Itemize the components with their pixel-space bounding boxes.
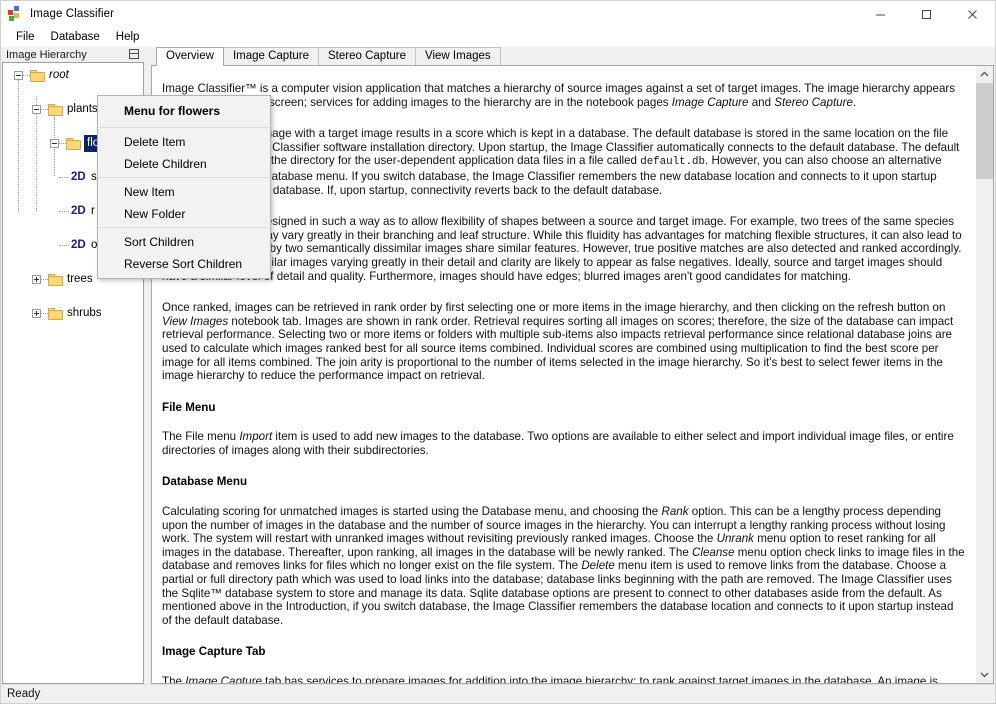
emphasis-rank: Rank: [661, 505, 689, 519]
tab-view-images[interactable]: View Images: [415, 47, 501, 65]
tree-node-shrubs[interactable]: shrubs: [3, 305, 143, 322]
heading-image-capture-tab: Image Capture Tab: [162, 645, 266, 659]
tree-node-label: trees: [67, 273, 93, 285]
paragraph-image-capture-tab: The Image Capture tab has services to pr…: [162, 675, 965, 683]
tree-node-label: s: [91, 171, 97, 183]
scroll-down-button[interactable]: [976, 666, 993, 683]
paragraph-ranking: Once ranked, images can be retrieved in …: [162, 301, 965, 383]
text-span: item is used to add new images to the da…: [162, 430, 954, 457]
menu-bar: File Database Help: [1, 28, 995, 47]
tab-stereo-capture[interactable]: Stereo Capture: [318, 47, 417, 65]
folder-icon: [30, 70, 45, 82]
text-span: .: [852, 95, 857, 109]
tab-overview[interactable]: Overview: [156, 47, 224, 66]
text-span: and: [748, 95, 775, 109]
image-2d-badge: 2D: [71, 171, 86, 183]
emphasis-image-capture: Image Capture: [671, 95, 749, 109]
paragraph-database: Matching a source image with a target im…: [162, 127, 965, 197]
title-bar: Image Classifier: [1, 1, 995, 28]
image-2d-badge: 2D: [71, 205, 86, 217]
paragraph-file-menu: The File menu Import item is used to add…: [162, 430, 965, 457]
tree-guide-line: [59, 211, 69, 212]
image-2d-badge: 2D: [71, 239, 86, 251]
maximize-button[interactable]: [903, 1, 949, 27]
close-button[interactable]: [949, 1, 995, 27]
text-span: The File menu: [162, 430, 240, 444]
scroll-up-button[interactable]: [976, 66, 993, 83]
folder-icon: [66, 138, 81, 150]
app-logo-icon: [8, 6, 24, 22]
restore-window-icon[interactable]: [129, 49, 139, 59]
notebook: Overview Image Capture Stereo Capture Vi…: [145, 47, 995, 684]
menu-help[interactable]: Help: [109, 30, 149, 45]
tree-guide-line: [23, 75, 30, 76]
menu-separator: [99, 177, 269, 178]
emphasis-view-images: View Images: [162, 314, 229, 328]
menu-separator: [99, 227, 269, 228]
text-span: The: [162, 675, 186, 683]
tab-page-overview: Image Classifier™ is a computer vision a…: [151, 65, 994, 684]
folder-icon: [48, 104, 63, 116]
context-menu-new-item[interactable]: New Item: [98, 181, 270, 203]
folder-icon: [48, 274, 63, 286]
dock-title-label: Image Hierarchy: [6, 48, 87, 61]
context-menu-delete-children[interactable]: Delete Children: [98, 153, 270, 175]
context-menu-reverse-sort-children[interactable]: Reverse Sort Children: [98, 253, 270, 275]
emphasis-unrank: Unrank: [716, 532, 754, 546]
scrollbar-track[interactable]: [976, 83, 993, 666]
expand-toggle-icon[interactable]: [32, 309, 41, 318]
emphasis-cleanse: Cleanse: [692, 545, 735, 559]
tab-strip: Overview Image Capture Stereo Capture Vi…: [151, 47, 995, 66]
collapse-toggle-icon[interactable]: [50, 139, 59, 148]
tree-guide-line: [41, 109, 48, 110]
menu-separator: [99, 127, 269, 128]
tree-guide-line: [59, 177, 69, 178]
tree-guide-line: [59, 245, 69, 246]
code-default-db: default.db: [640, 156, 706, 169]
context-menu-header: Menu for flowers: [124, 104, 221, 118]
tree-node-root[interactable]: root: [3, 67, 143, 84]
context-menu-new-folder[interactable]: New Folder: [98, 203, 270, 225]
tree-context-menu[interactable]: Menu for flowers Delete Item Delete Chil…: [97, 95, 271, 279]
heading-database-menu: Database Menu: [162, 475, 248, 489]
tree-guide-line: [59, 143, 66, 144]
paragraph-database-menu: Calculating scoring for unmatched images…: [162, 505, 965, 627]
emphasis-delete: Delete: [581, 559, 615, 573]
heading-file-menu: File Menu: [162, 400, 216, 414]
context-menu-delete-item[interactable]: Delete Item: [98, 131, 270, 153]
overview-document: Image Classifier™ is a computer vision a…: [152, 66, 975, 683]
collapse-toggle-icon[interactable]: [14, 71, 23, 80]
tree-node-label: root: [49, 69, 69, 81]
text-span: tab has services to prepare images for a…: [265, 675, 938, 683]
scrollbar-thumb[interactable]: [976, 83, 993, 179]
context-menu-sort-children[interactable]: Sort Children: [98, 231, 270, 253]
expand-toggle-icon[interactable]: [32, 275, 41, 284]
emphasis-image-capture: Image Capture: [185, 675, 262, 683]
paragraph-matching: Image matching is designed in such a way…: [162, 215, 962, 283]
status-text: Ready: [7, 688, 41, 700]
text-span: Once ranked, images can be retrieved in …: [162, 301, 946, 315]
dock-title-bar: Image Hierarchy: [1, 47, 145, 62]
paragraph-intro: Image Classifier™ is a computer vision a…: [162, 82, 965, 109]
emphasis-stereo-capture: Stereo Capture: [774, 95, 853, 109]
tree-node-label: shrubs: [67, 307, 102, 319]
tab-image-capture[interactable]: Image Capture: [222, 47, 320, 65]
menu-file[interactable]: File: [9, 30, 44, 45]
tree-guide-line: [41, 313, 48, 314]
window-controls: [857, 1, 995, 27]
application-window: Image Classifier File Database Help Imag…: [0, 0, 996, 704]
status-bar: Ready: [1, 684, 995, 703]
tree-node-label: r: [91, 205, 95, 217]
minimize-button[interactable]: [857, 1, 903, 27]
text-span: Calculating scoring for unmatched images…: [162, 505, 662, 519]
menu-database[interactable]: Database: [44, 30, 109, 45]
folder-icon: [48, 308, 63, 320]
vertical-scrollbar[interactable]: [975, 66, 993, 683]
text-span: notebook tab. Images are shown in rank o…: [162, 314, 954, 383]
window-title: Image Classifier: [30, 8, 115, 20]
tree-guide-line: [41, 279, 48, 280]
collapse-toggle-icon[interactable]: [32, 105, 41, 114]
emphasis-import: Import: [239, 430, 273, 444]
tree-node-label: plants: [67, 103, 98, 115]
